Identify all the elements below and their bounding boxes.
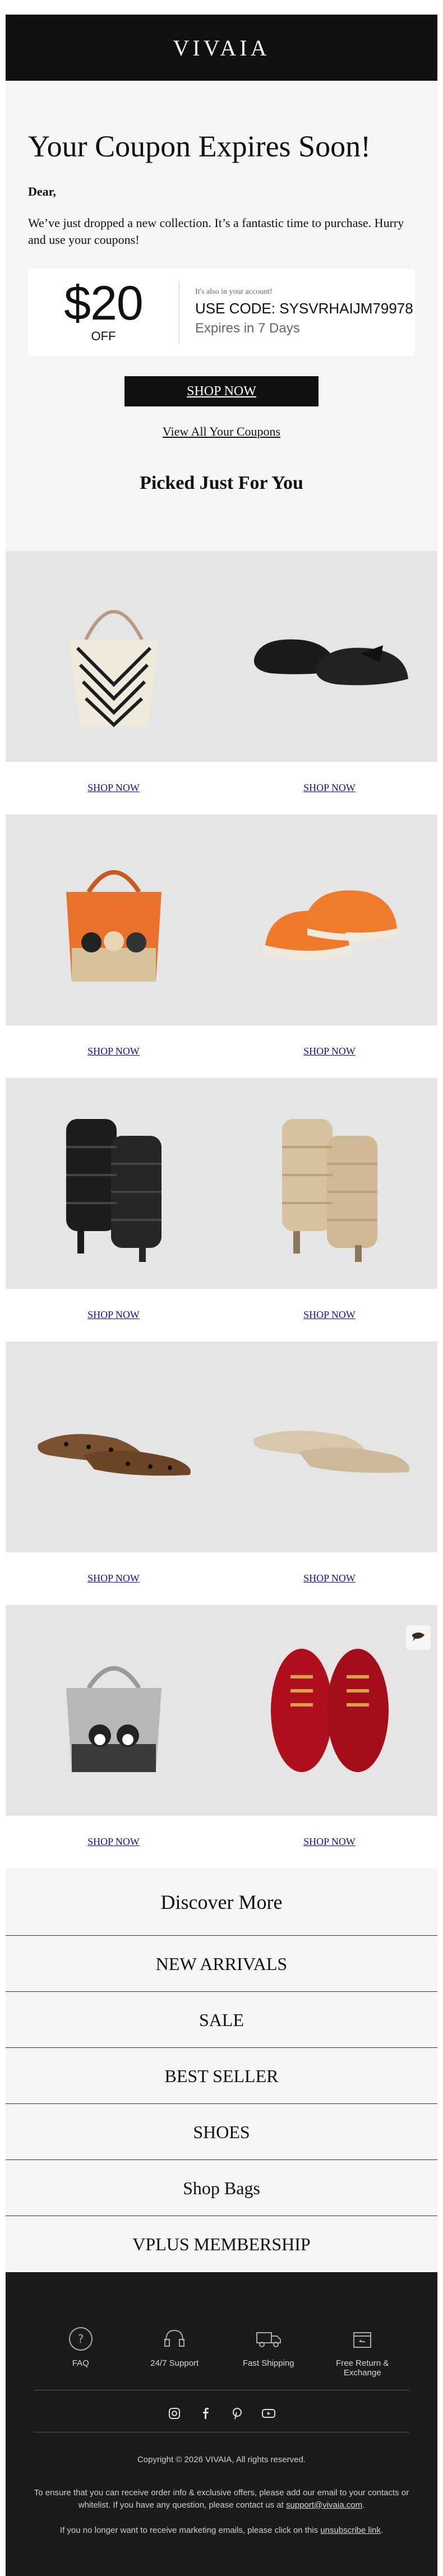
coupon-code: USE CODE: SYSVRHAIJM79978 bbox=[195, 300, 413, 317]
shop-links-row: SHOP NOW SHOP NOW bbox=[6, 1552, 437, 1605]
svg-text:?: ? bbox=[77, 2332, 84, 2346]
brand-logo[interactable]: VIVAIA bbox=[173, 35, 270, 61]
coupon-details: It's also in your account! USE CODE: SYS… bbox=[179, 288, 413, 336]
coupon-value: $20 OFF bbox=[28, 276, 179, 343]
whitelist-info: To ensure that you can receive order inf… bbox=[34, 2487, 409, 2510]
shop-now-link[interactable]: SHOP NOW bbox=[222, 1573, 437, 1584]
service-label: Free Return & Exchange bbox=[336, 2358, 389, 2378]
shop-links-row: SHOP NOW SHOP NOW bbox=[6, 762, 437, 815]
coupon-section: Your Coupon Expires Soon! Dear, We’ve ju… bbox=[6, 81, 437, 531]
question-icon: ? bbox=[47, 2321, 114, 2356]
shop-now-link[interactable]: SHOP NOW bbox=[6, 1573, 222, 1584]
social-links bbox=[34, 2406, 409, 2432]
unsubscribe-link[interactable]: unsubscribe link bbox=[320, 2526, 381, 2535]
nav-shop-bags[interactable]: Shop Bags bbox=[6, 2159, 437, 2216]
grey-dog-tote-image bbox=[66, 1666, 161, 1772]
product-red-sneakers[interactable] bbox=[222, 1605, 437, 1816]
product-orange-cat-tote[interactable] bbox=[6, 815, 222, 1025]
product-black-flats[interactable] bbox=[222, 551, 437, 762]
product-chevron-tote[interactable] bbox=[6, 551, 222, 762]
product-black-leg-warmers[interactable] bbox=[6, 1078, 222, 1289]
coupon-headline: Your Coupon Expires Soon! bbox=[28, 130, 371, 163]
service-label: 24/7 Support bbox=[150, 2358, 199, 2368]
product-pair bbox=[6, 814, 437, 1025]
picks-title: Picked Just For You bbox=[140, 472, 303, 493]
shop-now-link[interactable]: SHOP NOW bbox=[222, 1046, 437, 1057]
beige-flats-image bbox=[253, 1430, 409, 1473]
instagram-icon[interactable] bbox=[167, 2406, 182, 2421]
coupon-account-note: It's also in your account! bbox=[195, 288, 273, 297]
product-row: SHOP NOW SHOP NOW bbox=[6, 814, 437, 1078]
service-faq[interactable]: ? FAQ bbox=[47, 2321, 114, 2378]
youtube-icon[interactable] bbox=[261, 2406, 276, 2421]
shop-now-link[interactable]: SHOP NOW bbox=[6, 1836, 222, 1848]
coupon-expiry: Expires in 7 Days bbox=[195, 321, 300, 336]
service-bar: ? FAQ 24/7 Support Fast Shipping Free Re… bbox=[34, 2321, 409, 2390]
black-flats-image bbox=[253, 639, 408, 686]
spacer bbox=[6, 530, 437, 551]
nav-shoes[interactable]: SHOES bbox=[6, 2103, 437, 2160]
product-pair bbox=[6, 1077, 437, 1289]
service-support[interactable]: 24/7 Support bbox=[141, 2321, 208, 2378]
red-sneakers-image bbox=[270, 1648, 389, 1772]
chevron-tote-image bbox=[68, 609, 159, 727]
product-row: SHOP NOW SHOP NOW bbox=[6, 1077, 437, 1342]
headset-icon bbox=[141, 2321, 208, 2356]
product-leopard-flats[interactable] bbox=[6, 1342, 222, 1552]
shop-now-link[interactable]: SHOP NOW bbox=[222, 782, 437, 794]
coupon-off-label: OFF bbox=[91, 329, 116, 343]
shop-now-link[interactable]: SHOP NOW bbox=[6, 1309, 222, 1321]
support-email-link[interactable]: support@vivaia.com bbox=[286, 2500, 362, 2510]
brand-header: VIVAIA bbox=[6, 15, 437, 81]
shop-links-row: SHOP NOW SHOP NOW bbox=[6, 1816, 437, 1869]
service-label: FAQ bbox=[72, 2358, 89, 2368]
email-container: VIVAIA Your Coupon Expires Soon! Dear, W… bbox=[6, 15, 437, 2576]
shop-now-link[interactable]: SHOP NOW bbox=[6, 1046, 222, 1057]
product-beige-leg-warmers[interactable] bbox=[222, 1078, 437, 1289]
discover-more-title: Discover More bbox=[6, 1868, 437, 1936]
product-orange-sneakers[interactable] bbox=[222, 815, 437, 1025]
service-label: Fast Shipping bbox=[242, 2358, 294, 2368]
leopard-flats-image bbox=[37, 1433, 191, 1476]
shop-links-row: SHOP NOW SHOP NOW bbox=[6, 1025, 437, 1078]
product-dog-tote[interactable] bbox=[6, 1605, 222, 1816]
nav-new-arrivals[interactable]: NEW ARRIVALS bbox=[6, 1935, 437, 1992]
shop-now-button[interactable]: SHOP NOW bbox=[124, 376, 319, 406]
copyright: Copyright © 2026 VIVAIA, All rights rese… bbox=[137, 2454, 306, 2464]
unsubscribe-text: If you no longer want to receive marketi… bbox=[59, 2526, 319, 2536]
nav-sale[interactable]: SALE bbox=[6, 1991, 437, 2048]
coupon-card: $20 OFF It's also in your account! USE C… bbox=[28, 268, 415, 356]
nav-vplus-membership[interactable]: VPLUS MEMBERSHIP bbox=[6, 2216, 437, 2272]
shop-now-link[interactable]: SHOP NOW bbox=[222, 1836, 437, 1848]
greeting: Dear, bbox=[28, 184, 56, 199]
unsubscribe-info: If you no longer want to receive marketi… bbox=[59, 2526, 384, 2536]
coupon-amount: $20 bbox=[64, 276, 143, 330]
service-shipping[interactable]: Fast Shipping bbox=[235, 2321, 302, 2378]
orange-cat-tote-image bbox=[66, 870, 161, 982]
view-all-coupons-link[interactable]: View All Your Coupons bbox=[28, 424, 415, 439]
service-return[interactable]: Free Return & Exchange bbox=[329, 2321, 396, 2378]
black-leg-warmers-image bbox=[66, 1118, 161, 1262]
nav-best-seller[interactable]: BEST SELLER bbox=[6, 2047, 437, 2104]
chat-widget-icon[interactable] bbox=[406, 1625, 431, 1650]
product-row: SHOP NOW SHOP NOW bbox=[6, 551, 437, 815]
intro-text: We’ve just dropped a new collection. It’… bbox=[28, 216, 404, 247]
product-beige-flats[interactable] bbox=[222, 1342, 437, 1552]
product-row: SHOP NOW SHOP NOW bbox=[6, 1341, 437, 1605]
shop-now-link[interactable]: SHOP NOW bbox=[222, 1309, 437, 1321]
product-row: SHOP NOW SHOP NOW bbox=[6, 1604, 437, 1869]
product-pair bbox=[6, 551, 437, 762]
orange-sneakers-image bbox=[262, 890, 399, 961]
pinterest-icon[interactable] bbox=[230, 2406, 244, 2421]
product-pair bbox=[6, 1604, 437, 1816]
product-pair bbox=[6, 1341, 437, 1552]
shop-links-row: SHOP NOW SHOP NOW bbox=[6, 1289, 437, 1342]
beige-leg-warmers-image bbox=[282, 1118, 377, 1262]
facebook-icon[interactable] bbox=[199, 2406, 213, 2421]
truck-icon bbox=[235, 2321, 302, 2356]
return-box-icon bbox=[329, 2321, 396, 2356]
shop-now-link[interactable]: SHOP NOW bbox=[6, 782, 222, 794]
footer: ? FAQ 24/7 Support Fast Shipping Free Re… bbox=[6, 2272, 437, 2576]
